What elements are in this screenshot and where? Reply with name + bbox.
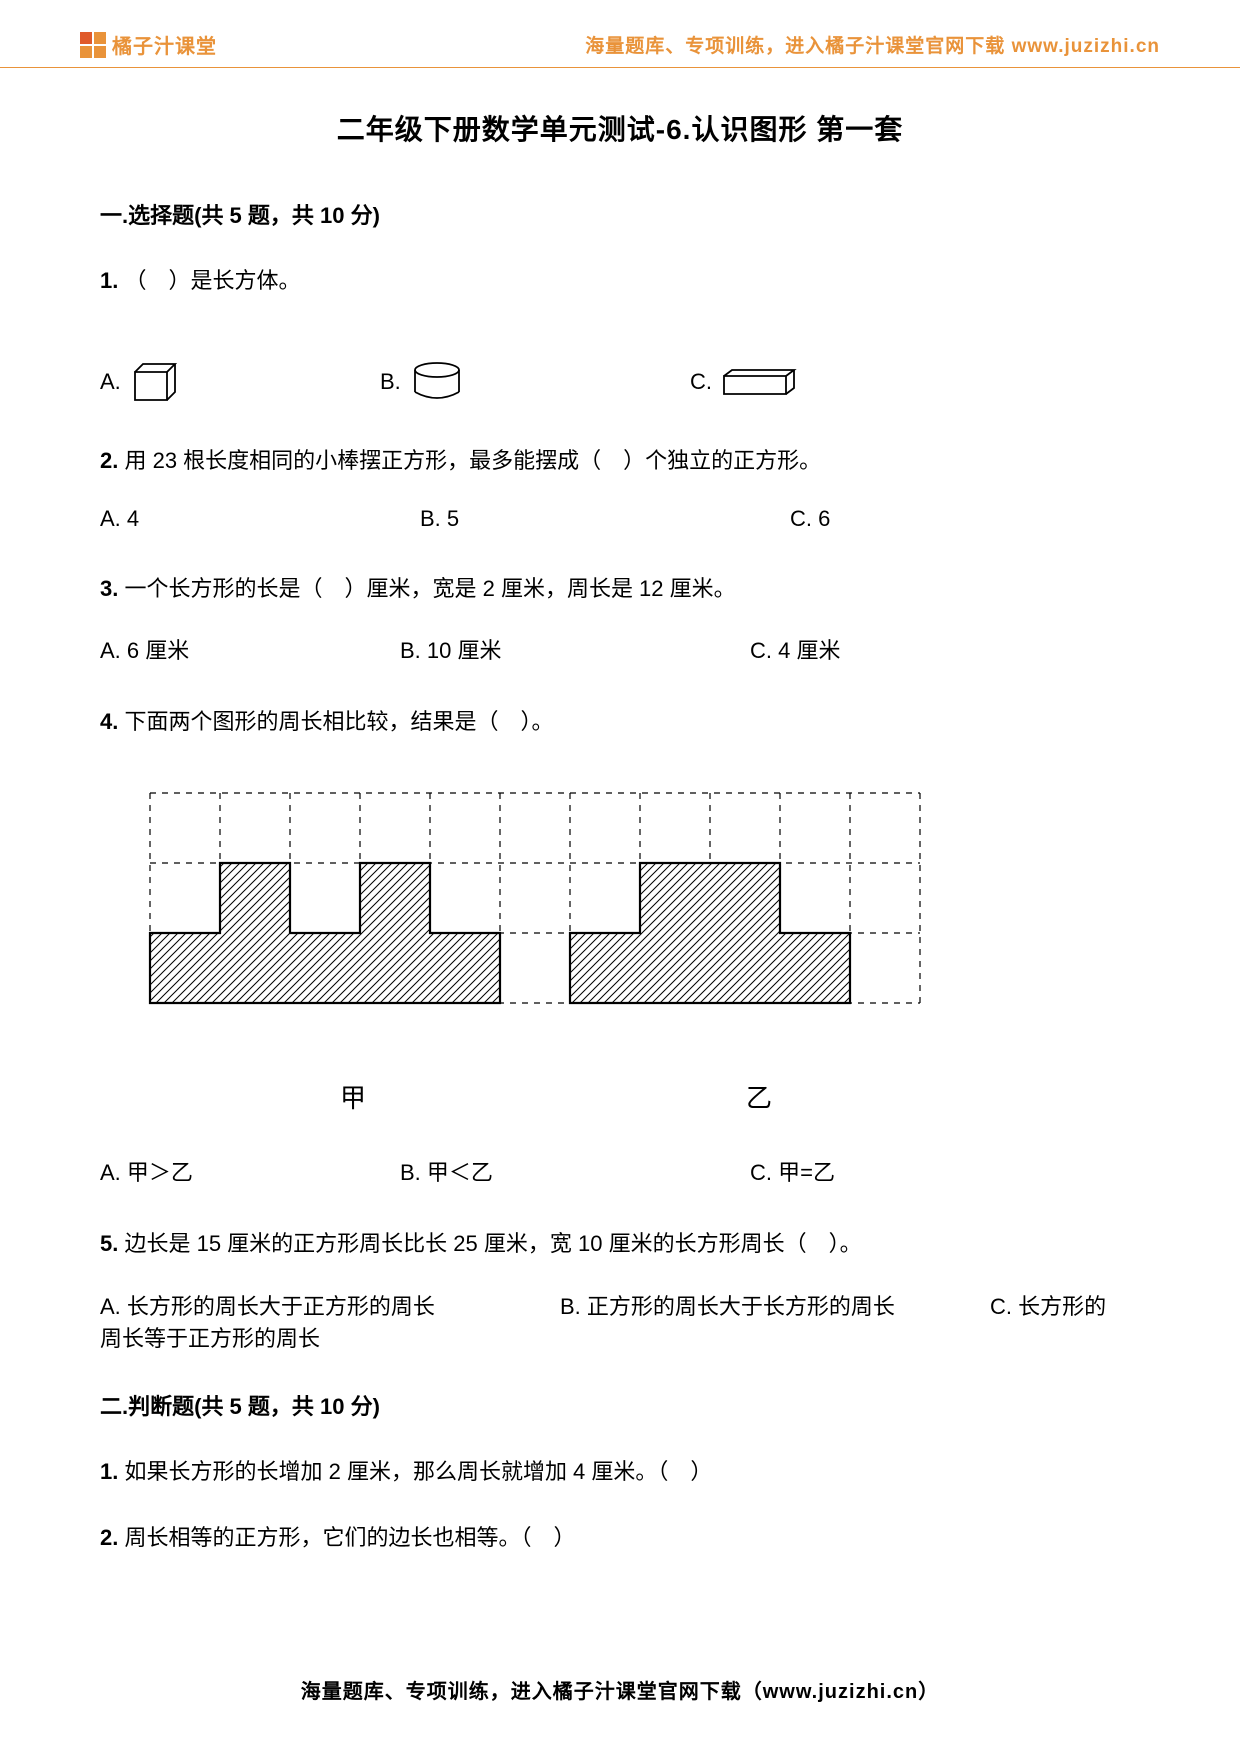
q2-option-c: C. 6 xyxy=(790,506,990,532)
grid-shapes-icon xyxy=(130,773,950,1033)
question-5: 5. 边长是 15 厘米的正方形周长比长 25 厘米，宽 10 厘米的长方形周长… xyxy=(100,1223,1140,1265)
q5-option-c-cont: 周长等于正方形的周长 xyxy=(100,1321,1140,1353)
cylinder-icon xyxy=(409,360,465,404)
q5-text: 边长是 15 厘米的正方形周长比长 25 厘米，宽 10 厘米的长方形周长（ ）… xyxy=(124,1231,861,1256)
q1-number: 1. xyxy=(100,268,118,293)
q2-options: A. 4 B. 5 C. 6 xyxy=(100,506,1140,532)
logo-icon xyxy=(80,32,106,58)
q3-number: 3. xyxy=(100,576,118,601)
document-content: 二年级下册数学单元测试-6.认识图形 第一套 一.选择题(共 5 题，共 10 … xyxy=(0,68,1240,1603)
q1-text: （ ）是长方体。 xyxy=(124,268,300,293)
cuboid-icon xyxy=(720,366,800,398)
q5-options: A. 长方形的周长大于正方形的周长 B. 正方形的周长大于长方形的周长 C. 长… xyxy=(100,1289,1140,1321)
label-yi: 乙 xyxy=(746,1078,772,1115)
q5-option-b: B. 正方形的周长大于长方形的周长 xyxy=(560,1289,990,1321)
s2-question-1: 1. 如果长方形的长增加 2 厘米，那么周长就增加 4 厘米。（ ） xyxy=(100,1451,1140,1493)
q2-number: 2. xyxy=(100,448,118,473)
header-tagline: 海量题库、专项训练，进入橘子汁课堂官网下载 www.juzizhi.cn xyxy=(585,31,1160,58)
q1-option-a: A. xyxy=(100,360,380,404)
q3-option-a: A. 6 厘米 xyxy=(100,633,400,665)
shape-yi xyxy=(570,863,850,1003)
s2-q2-text: 周长相等的正方形，它们的边长也相等。（ ） xyxy=(124,1525,575,1550)
s2-q1-number: 1. xyxy=(100,1459,118,1484)
q2-text: 用 23 根长度相同的小棒摆正方形，最多能摆成（ ）个独立的正方形。 xyxy=(124,448,821,473)
question-3: 3. 一个长方形的长是（ ）厘米，宽是 2 厘米，周长是 12 厘米。 xyxy=(100,568,1140,610)
q4-option-a: A. 甲＞乙 xyxy=(100,1155,400,1187)
section2-title: 二.判断题(共 5 题，共 10 分) xyxy=(100,1389,1140,1421)
q2-option-b: B. 5 xyxy=(420,506,790,532)
section1-title: 一.选择题(共 5 题，共 10 分) xyxy=(100,198,1140,230)
q4-number: 4. xyxy=(100,709,118,734)
q5-number: 5. xyxy=(100,1231,118,1256)
q1-options: A. B. C. xyxy=(100,360,1140,404)
q5-option-a: A. 长方形的周长大于正方形的周长 xyxy=(100,1289,560,1321)
q3-options: A. 6 厘米 B. 10 厘米 C. 4 厘米 xyxy=(100,633,1140,665)
question-2: 2. 用 23 根长度相同的小棒摆正方形，最多能摆成（ ）个独立的正方形。 xyxy=(100,440,1140,482)
shape-jia xyxy=(150,863,500,1003)
q5-option-c: C. 长方形的 xyxy=(990,1289,1140,1321)
page-header: 橘子汁课堂 海量题库、专项训练，进入橘子汁课堂官网下载 www.juzizhi.… xyxy=(0,0,1240,68)
q3-option-c: C. 4 厘米 xyxy=(750,633,1010,665)
s2-q2-number: 2. xyxy=(100,1525,118,1550)
logo: 橘子汁课堂 xyxy=(80,30,217,59)
q1-b-label: B. xyxy=(380,369,401,395)
q4-figure xyxy=(130,773,1140,1038)
logo-text: 橘子汁课堂 xyxy=(112,30,217,59)
q4-options: A. 甲＞乙 B. 甲＜乙 C. 甲=乙 xyxy=(100,1155,1140,1187)
q4-figure-labels: 甲 乙 xyxy=(130,1078,1140,1115)
page-footer: 海量题库、专项训练，进入橘子汁课堂官网下载（www.juzizhi.cn） xyxy=(0,1675,1240,1704)
s2-question-2: 2. 周长相等的正方形，它们的边长也相等。（ ） xyxy=(100,1517,1140,1559)
q4-option-c: C. 甲=乙 xyxy=(750,1155,1010,1187)
q1-option-b: B. xyxy=(380,360,690,404)
q3-option-b: B. 10 厘米 xyxy=(400,633,750,665)
label-jia: 甲 xyxy=(340,1078,366,1115)
page-title: 二年级下册数学单元测试-6.认识图形 第一套 xyxy=(100,108,1140,148)
cube-icon xyxy=(129,360,177,404)
q4-text: 下面两个图形的周长相比较，结果是（ ）。 xyxy=(124,709,553,734)
s2-q1-text: 如果长方形的长增加 2 厘米，那么周长就增加 4 厘米。（ ） xyxy=(124,1459,712,1484)
question-4: 4. 下面两个图形的周长相比较，结果是（ ）。 xyxy=(100,701,1140,743)
question-1: 1. （ ）是长方体。 xyxy=(100,260,1140,302)
q4-option-b: B. 甲＜乙 xyxy=(400,1155,750,1187)
q2-option-a: A. 4 xyxy=(100,506,420,532)
q1-a-label: A. xyxy=(100,369,121,395)
q1-option-c: C. xyxy=(690,366,950,398)
q3-text: 一个长方形的长是（ ）厘米，宽是 2 厘米，周长是 12 厘米。 xyxy=(124,576,735,601)
q1-c-label: C. xyxy=(690,369,712,395)
